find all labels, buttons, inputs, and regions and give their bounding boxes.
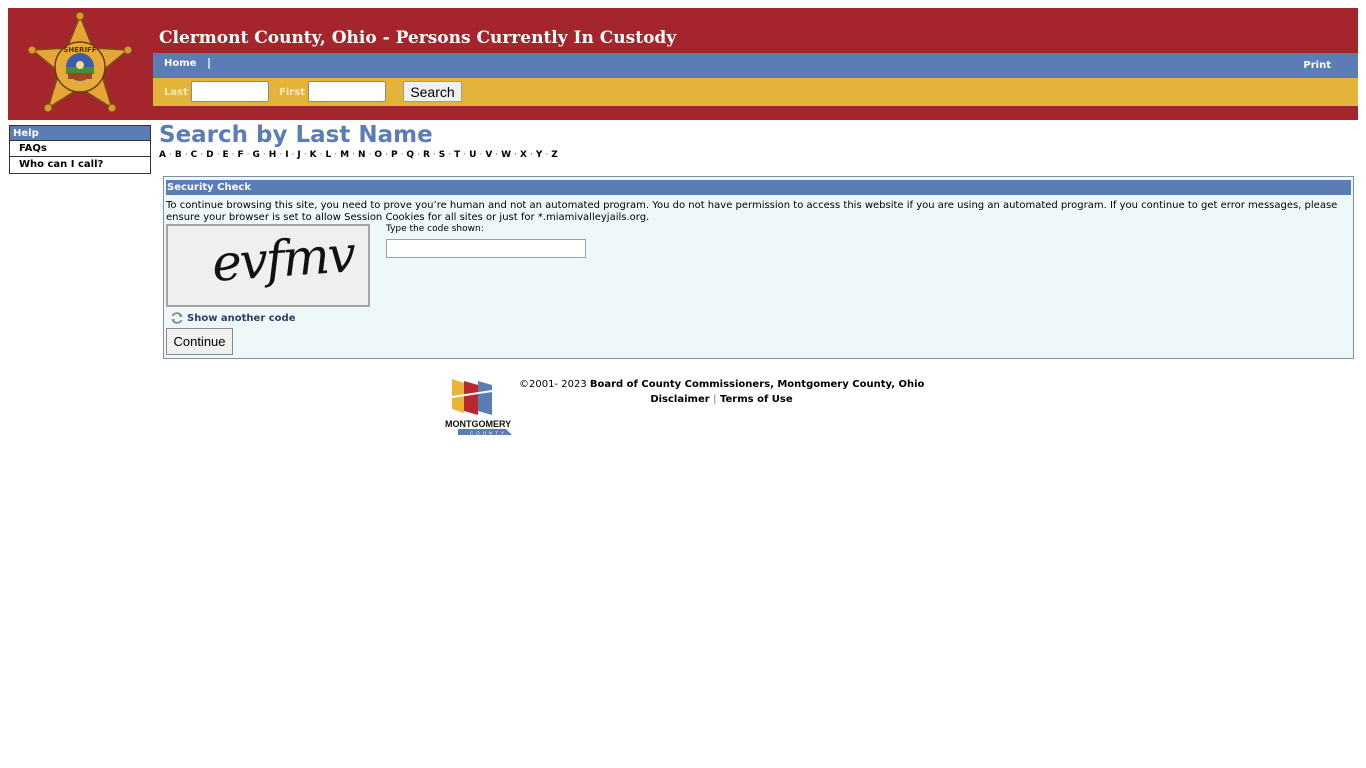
captcha-code-input[interactable]: [386, 239, 586, 258]
alphabet-letter-p[interactable]: P: [391, 150, 398, 160]
code-label: Type the code shown:: [386, 224, 484, 234]
alphabet-letter-d[interactable]: D: [206, 150, 213, 160]
alphabet-letter-x[interactable]: X: [520, 150, 527, 160]
montgomery-county-logo-icon: MONTGOMERY COUNTY: [445, 379, 512, 436]
security-check-panel: Security Check To continue browsing this…: [163, 176, 1354, 359]
alphabet-separator: ·: [417, 150, 420, 160]
first-name-label: First: [279, 87, 305, 98]
sheriff-star-badge-icon: SHERIFF: [27, 11, 133, 113]
help-sidebar: Help FAQs Who can I call?: [9, 125, 151, 174]
copyright-owner: Board of County Commissioners, Montgomer…: [589, 379, 925, 390]
alphabet-index: A · B · C · D · E · F · G · H · I · J · K · L · M · N · O · P · Q · R · S · T ·…: [159, 150, 558, 160]
alphabet-letter-r[interactable]: R: [423, 150, 430, 160]
terms-of-use-link[interactable]: Terms of Use: [720, 394, 793, 405]
footer-links: Disclaimer | Terms of Use: [519, 394, 924, 405]
continue-button[interactable]: Continue: [166, 328, 233, 355]
site-title: Clermont County, Ohio - Persons Currentl…: [159, 28, 677, 48]
last-name-label: Last: [164, 87, 188, 98]
alphabet-letter-f[interactable]: F: [237, 150, 243, 160]
alphabet-separator: ·: [432, 150, 436, 160]
refresh-icon: [171, 312, 183, 324]
alphabet-separator: ·: [529, 150, 533, 160]
alphabet-separator: ·: [279, 150, 283, 160]
footer-copyright: ©2001- 2023 Board of County Commissioner…: [519, 379, 924, 390]
security-check-message: To continue browsing this site, you need…: [166, 200, 1338, 223]
alphabet-separator: ·: [168, 150, 172, 160]
alphabet-letter-b[interactable]: B: [175, 150, 182, 160]
svg-text:SHERIFF: SHERIFF: [63, 46, 96, 54]
alphabet-letter-a[interactable]: A: [159, 150, 166, 160]
nav-print-link[interactable]: Print: [1303, 60, 1331, 71]
footer-separator: |: [713, 394, 717, 405]
alphabet-letter-o[interactable]: O: [374, 150, 382, 160]
alphabet-letter-w[interactable]: W: [501, 150, 511, 160]
show-another-code-label: Show another code: [187, 312, 296, 324]
alphabet-separator: ·: [495, 150, 499, 160]
alphabet-letter-g[interactable]: G: [253, 150, 260, 160]
search-button[interactable]: Search: [403, 81, 462, 102]
alphabet-separator: ·: [334, 150, 338, 160]
last-name-input[interactable]: [191, 81, 269, 102]
alphabet-separator: ·: [352, 150, 355, 160]
alphabet-letter-z[interactable]: Z: [551, 150, 558, 160]
nav-home-link[interactable]: Home: [164, 58, 196, 69]
alphabet-separator: ·: [385, 150, 388, 160]
nav-separator: |: [207, 56, 212, 69]
alphabet-separator: ·: [479, 150, 483, 160]
alphabet-letter-n[interactable]: N: [358, 150, 366, 160]
sidebar-heading: Help: [10, 126, 150, 141]
alphabet-letter-m[interactable]: M: [340, 150, 349, 160]
logo-subtext: COUNTY: [470, 431, 507, 436]
show-another-code-link[interactable]: Show another code: [170, 311, 295, 325]
search-bar: Last First Search: [153, 78, 1358, 106]
alphabet-separator: ·: [262, 150, 266, 160]
site-header: SHERIFF Clermont County, Ohio - Persons …: [8, 8, 1358, 120]
sidebar-item-faqs[interactable]: FAQs: [10, 141, 150, 157]
security-check-heading: Security Check: [166, 180, 1351, 195]
sidebar-item-who-can-i-call[interactable]: Who can I call?: [10, 157, 150, 173]
first-name-input[interactable]: [308, 81, 386, 102]
page-title: Search by Last Name: [159, 122, 433, 148]
alphabet-separator: ·: [200, 150, 204, 160]
alphabet-separator: ·: [514, 150, 517, 160]
alphabet-letter-e[interactable]: E: [222, 150, 228, 160]
nav-bar: Home | Print: [153, 53, 1358, 78]
captcha-image: evfmv: [166, 224, 370, 307]
alphabet-separator: ·: [184, 150, 188, 160]
alphabet-letter-k[interactable]: K: [310, 150, 317, 160]
captcha-text: evfmv: [210, 225, 356, 293]
alphabet-separator: ·: [448, 150, 452, 160]
alphabet-letter-q[interactable]: Q: [406, 150, 414, 160]
disclaimer-link[interactable]: Disclaimer: [650, 394, 709, 405]
alphabet-separator: ·: [246, 150, 250, 160]
alphabet-separator: ·: [463, 150, 467, 160]
logo-wordmark: MONTGOMERY: [445, 419, 511, 429]
alphabet-separator: ·: [303, 150, 307, 160]
alphabet-separator: ·: [545, 150, 549, 160]
alphabet-separator: ·: [319, 150, 323, 160]
copyright-prefix: ©2001- 2023: [519, 379, 590, 390]
